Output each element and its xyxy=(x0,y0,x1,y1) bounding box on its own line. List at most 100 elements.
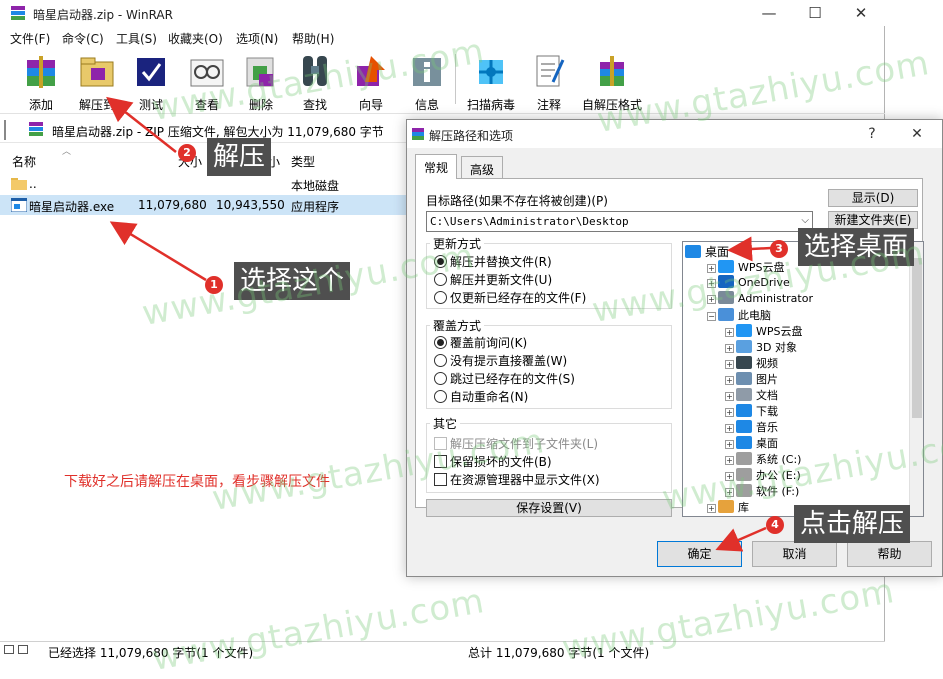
ok-button[interactable]: 确定 xyxy=(657,541,742,567)
dialog-close-button[interactable]: ✕ xyxy=(902,123,932,145)
menu-tools[interactable]: 工具(S) xyxy=(116,30,157,47)
find-button[interactable]: 查找 xyxy=(292,48,338,112)
tree-item[interactable]: + 系统 (C:) xyxy=(685,451,907,467)
tree-item-label: 办公 (E:) xyxy=(756,469,801,482)
collapse-icon[interactable]: − xyxy=(707,312,716,321)
update-mode-title: 更新方式 xyxy=(430,235,485,252)
menu-options[interactable]: 选项(N) xyxy=(236,30,278,47)
expand-icon[interactable]: + xyxy=(725,328,734,337)
status-lock-icon xyxy=(18,645,28,654)
tree-item-label: 下载 xyxy=(756,405,778,418)
radio-skip-existing[interactable]: 跳过已经存在的文件(S) xyxy=(434,370,575,388)
cloud-icon xyxy=(736,324,752,337)
tree-item[interactable]: + Administrator xyxy=(685,291,907,307)
expand-icon[interactable]: + xyxy=(725,440,734,449)
tree-item[interactable]: + 办公 (E:) xyxy=(685,467,907,483)
expand-icon[interactable]: + xyxy=(707,264,716,273)
tree-scroll-thumb[interactable] xyxy=(912,258,922,418)
tree-scrollbar[interactable] xyxy=(909,242,923,516)
view-button[interactable]: 查看 xyxy=(184,48,230,112)
close-button[interactable]: ✕ xyxy=(838,0,884,26)
tree-item-label: 视频 xyxy=(756,357,778,370)
dialog-help-button[interactable]: ? xyxy=(857,123,887,145)
expand-icon[interactable]: + xyxy=(725,472,734,481)
radio-extract-replace[interactable]: 解压并替换文件(R) xyxy=(434,253,552,271)
column-name[interactable]: 名称 xyxy=(12,153,36,170)
tree-item[interactable]: − 此电脑 xyxy=(685,307,907,323)
cancel-button[interactable]: 取消 xyxy=(752,541,837,567)
comment-icon xyxy=(536,55,565,87)
step-1-badge: 1 xyxy=(205,276,223,294)
save-settings-button[interactable]: 保存设置(V) xyxy=(426,499,672,517)
radio-extract-update[interactable]: 解压并更新文件(U) xyxy=(434,271,552,289)
tree-item[interactable]: + 桌面 xyxy=(685,435,907,451)
radio-ask-before-overwrite[interactable]: 覆盖前询问(K) xyxy=(434,334,527,352)
tree-item[interactable]: +3D 对象 xyxy=(685,339,907,355)
column-type[interactable]: 类型 xyxy=(291,153,315,170)
tree-item[interactable]: + 文档 xyxy=(685,387,907,403)
tree-item[interactable]: + 视频 xyxy=(685,355,907,371)
delete-button[interactable]: 删除 xyxy=(238,48,284,112)
maximize-button[interactable]: ☐ xyxy=(792,0,838,26)
extract-to-button[interactable]: 解压到 xyxy=(72,48,122,112)
window-title: 暗星启动器.zip - WinRAR xyxy=(33,8,173,22)
help-button[interactable]: 帮助 xyxy=(847,541,932,567)
up-one-level-button[interactable] xyxy=(4,120,18,140)
expand-icon[interactable]: + xyxy=(725,360,734,369)
radio-overwrite-without-prompt[interactable]: 没有提示直接覆盖(W) xyxy=(434,352,567,370)
show-button[interactable]: 显示(D) xyxy=(828,189,918,207)
status-drive-icon xyxy=(4,645,14,654)
file-name: .. xyxy=(29,177,37,191)
expand-icon[interactable]: + xyxy=(725,408,734,417)
step-3-badge: 3 xyxy=(770,240,788,258)
expand-icon[interactable]: + xyxy=(725,344,734,353)
virus-scan-button[interactable]: 扫描病毒 xyxy=(464,48,518,112)
step-3-callout: 选择桌面 xyxy=(798,228,915,266)
tab-general[interactable]: 常规 xyxy=(415,154,458,179)
tree-item-label: 图片 xyxy=(756,373,778,386)
expand-icon[interactable]: + xyxy=(707,295,716,304)
tree-item[interactable]: + 软件 (F:) xyxy=(685,483,907,499)
tree-item[interactable]: + 音乐 xyxy=(685,419,907,435)
expand-icon[interactable]: + xyxy=(725,392,734,401)
status-selected: 已经选择 11,079,680 字节(1 个文件) xyxy=(48,646,254,660)
tree-item-label: 音乐 xyxy=(756,421,778,434)
tree-item-label: 桌面 xyxy=(705,245,730,259)
chevron-down-icon[interactable]: ⌵ xyxy=(801,215,809,226)
menu-file[interactable]: 文件(F) xyxy=(10,30,50,47)
expand-icon[interactable]: + xyxy=(725,376,734,385)
tree-item[interactable]: + OneDrive xyxy=(685,275,907,291)
comment-button[interactable]: 注释 xyxy=(526,48,572,112)
minimize-button[interactable]: — xyxy=(746,0,792,26)
check-keep-broken-files[interactable]: 保留损坏的文件(B) xyxy=(434,453,552,471)
new-folder-button[interactable]: 新建文件夹(E) xyxy=(828,211,918,229)
title-bar: 暗星启动器.zip - WinRAR — ☐ ✕ xyxy=(0,0,885,26)
menu-favorites[interactable]: 收藏夹(O) xyxy=(168,30,223,47)
tree-item-label: 3D 对象 xyxy=(756,341,797,354)
folder-tree[interactable]: 桌面 + WPS云盘 + OneDrive + Administrator − 此电脑 + WPS云… xyxy=(682,241,924,517)
tab-advanced[interactable]: 高级 xyxy=(461,156,504,178)
target-path-combobox[interactable]: C:\Users\Administrator\Desktop ⌵ xyxy=(426,211,813,232)
check-show-in-explorer[interactable]: 在资源管理器中显示文件(X) xyxy=(434,471,600,489)
sfx-button[interactable]: 自解压格式 xyxy=(580,48,644,112)
menu-help[interactable]: 帮助(H) xyxy=(292,30,334,47)
info-button[interactable]: 信息 xyxy=(404,48,450,112)
radio-update-existing[interactable]: 仅更新已经存在的文件(F) xyxy=(434,289,586,307)
test-button[interactable]: 测试 xyxy=(128,48,174,112)
expand-icon[interactable]: + xyxy=(725,424,734,433)
expand-icon[interactable]: + xyxy=(725,456,734,465)
expand-icon[interactable]: + xyxy=(725,488,734,497)
expand-icon[interactable]: + xyxy=(707,504,716,513)
file-row-parent[interactable]: .. 本地磁盘 xyxy=(0,174,410,194)
tree-item[interactable]: + WPS云盘 xyxy=(685,323,907,339)
tree-item[interactable]: + 下载 xyxy=(685,403,907,419)
tree-item[interactable]: + 图片 xyxy=(685,371,907,387)
radio-auto-rename[interactable]: 自动重命名(N) xyxy=(434,388,528,406)
wizard-button[interactable]: 向导 xyxy=(346,48,396,112)
check-extract-to-subfolder[interactable]: 解压压缩文件到子文件夹(L) xyxy=(434,435,598,453)
file-row-exe[interactable]: 暗星启动器.exe 11,079,680 10,943,550 应用程序 xyxy=(0,195,410,215)
expand-icon[interactable]: + xyxy=(707,279,716,288)
virus-scan-icon xyxy=(479,60,503,84)
add-button[interactable]: 添加 xyxy=(16,48,66,112)
menu-commands[interactable]: 命令(C) xyxy=(62,30,104,47)
